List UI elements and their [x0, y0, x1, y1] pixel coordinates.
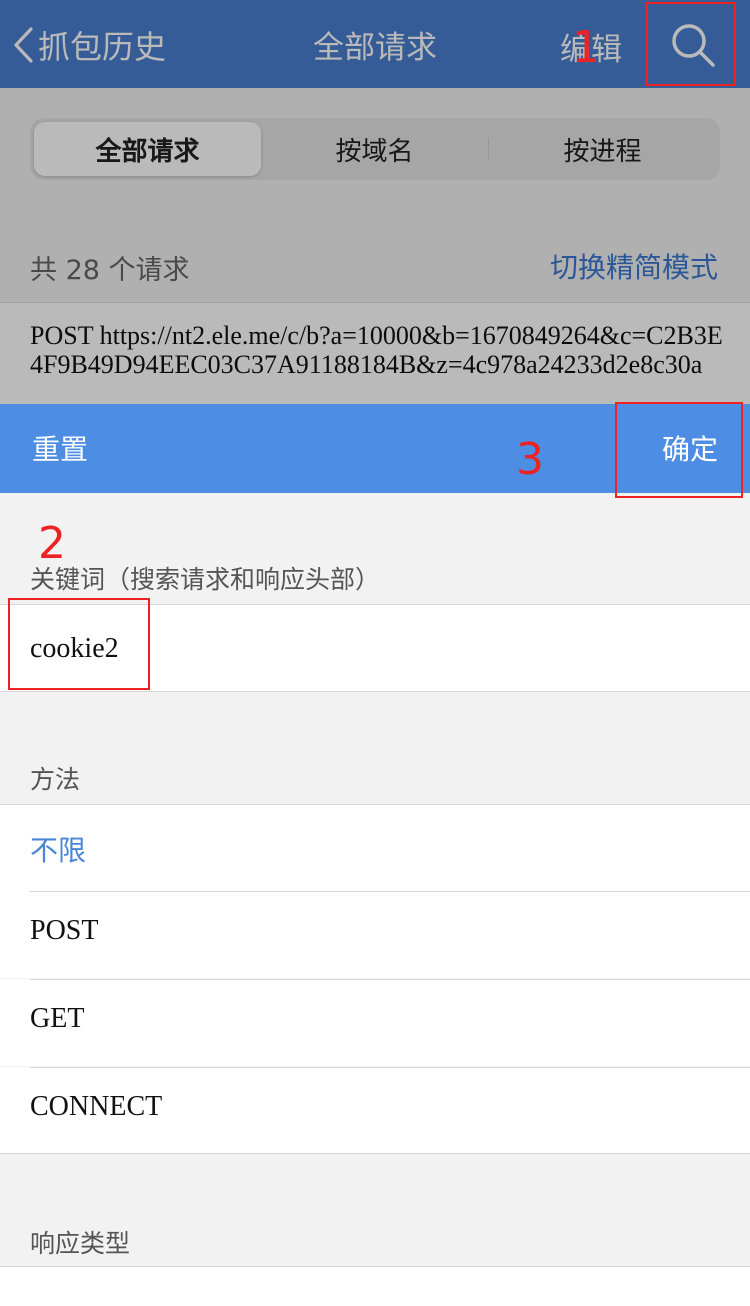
row-divider [30, 891, 750, 892]
method-option-any[interactable]: 不限 [0, 804, 750, 891]
method-option-label: POST [30, 915, 99, 946]
reset-button[interactable]: 重置 [32, 428, 88, 468]
response-type-row[interactable] [0, 1266, 750, 1306]
method-option-label: CONNECT [30, 1091, 163, 1122]
method-option-label: 不限 [30, 834, 87, 867]
method-option-label: GET [30, 1003, 85, 1034]
annotation-step-2: 2 [38, 518, 66, 569]
annotation-box-keyword [8, 598, 150, 690]
annotation-step-1: 1 [572, 22, 600, 73]
row-divider [30, 979, 750, 980]
method-option-get[interactable]: GET [0, 979, 750, 1066]
annotation-box-search [646, 2, 736, 86]
response-type-section-label: 响应类型 [30, 1229, 131, 1258]
keyword-section-label: 关键词（搜索请求和响应头部） [30, 565, 381, 594]
row-divider [30, 1067, 750, 1068]
dim-overlay[interactable] [0, 0, 750, 404]
annotation-box-confirm [615, 402, 743, 498]
method-section-label: 方法 [30, 765, 81, 794]
method-option-connect[interactable]: CONNECT [0, 1067, 750, 1154]
annotation-step-3: 3 [516, 434, 544, 485]
method-option-post[interactable]: POST [0, 891, 750, 978]
filter-panel: 重置 确定 关键词（搜索请求和响应头部） 方法 不限 POST GET CONN… [0, 404, 750, 1306]
